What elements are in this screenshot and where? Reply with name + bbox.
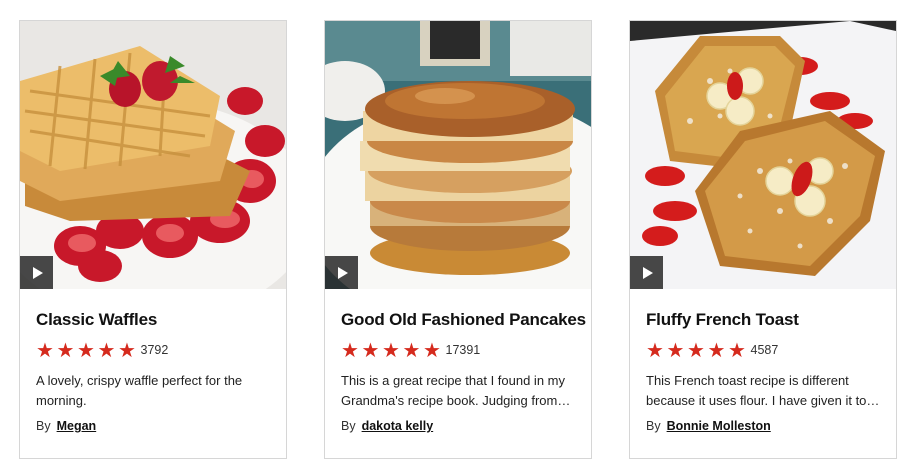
play-video-button[interactable] xyxy=(325,256,358,289)
recipe-title[interactable]: Classic Waffles xyxy=(36,309,272,331)
star-icon: ★ xyxy=(361,338,380,362)
star-icon: ★ xyxy=(77,338,95,362)
recipe-title[interactable]: Fluffy French Toast xyxy=(646,309,882,331)
by-label: By xyxy=(36,419,51,433)
byline: By Bonnie Molleston xyxy=(646,419,882,433)
star-icon: ★ xyxy=(118,338,136,362)
pancakes-image xyxy=(325,21,591,289)
play-video-button[interactable] xyxy=(20,256,53,289)
star-icon: ★ xyxy=(341,338,359,362)
star-icon: ★ xyxy=(728,338,746,362)
by-label: By xyxy=(341,419,356,433)
author-link[interactable]: Bonnie Molleston xyxy=(667,419,771,433)
star-icon: ★ xyxy=(97,338,116,362)
byline: By dakota kelly xyxy=(341,419,577,433)
star-icon: ★ xyxy=(423,338,441,362)
recipe-photo-french-toast[interactable] xyxy=(630,21,896,289)
byline: By Megan xyxy=(36,419,272,433)
rating-count: 3792 xyxy=(140,343,169,357)
play-video-button[interactable] xyxy=(630,256,663,289)
star-icon: ★ xyxy=(36,338,54,362)
recipe-description: This French toast recipe is different be… xyxy=(646,373,880,408)
rating-count: 17391 xyxy=(445,343,481,357)
author-link[interactable]: Megan xyxy=(57,419,97,433)
star-icon: ★ xyxy=(707,338,726,362)
recipe-title[interactable]: Good Old Fashioned Pancakes xyxy=(341,309,586,331)
star-icon: ★ xyxy=(56,338,75,362)
play-icon xyxy=(642,266,653,279)
star-icon: ★ xyxy=(687,338,705,362)
author-link[interactable]: dakota kelly xyxy=(362,419,434,433)
recipe-photo-pancakes[interactable] xyxy=(325,21,591,289)
recipe-card-grid: Classic Waffles ★ ★ ★ ★ ★ 3792 A lovely,… xyxy=(0,0,915,469)
star-icon: ★ xyxy=(382,338,400,362)
star-rating: ★ ★ ★ ★ ★ xyxy=(341,338,444,362)
rating-count: 4587 xyxy=(750,343,779,357)
card-body: Good Old Fashioned Pancakes ★ ★ ★ ★ ★ 17… xyxy=(341,289,586,433)
recipe-rating: ★ ★ ★ ★ ★ 17391 xyxy=(341,338,577,362)
recipe-description: This is a great recipe that I found in m… xyxy=(341,373,571,408)
recipe-description: A lovely, crispy waffle perfect for the … xyxy=(36,373,243,408)
waffles-image xyxy=(20,21,286,289)
star-rating: ★ ★ ★ ★ ★ xyxy=(646,338,749,362)
play-icon xyxy=(32,266,43,279)
star-icon: ★ xyxy=(646,338,664,362)
star-icon: ★ xyxy=(666,338,685,362)
star-rating: ★ ★ ★ ★ ★ xyxy=(36,338,139,362)
recipe-card[interactable]: Classic Waffles ★ ★ ★ ★ ★ 3792 A lovely,… xyxy=(19,20,287,459)
recipe-rating: ★ ★ ★ ★ ★ 3792 xyxy=(36,338,272,362)
recipe-card[interactable]: Fluffy French Toast ★ ★ ★ ★ ★ 4587 This … xyxy=(629,20,897,459)
french-toast-image xyxy=(630,21,896,289)
card-body: Fluffy French Toast ★ ★ ★ ★ ★ 4587 This … xyxy=(646,289,882,433)
recipe-photo-waffles[interactable] xyxy=(20,21,286,289)
play-icon xyxy=(337,266,348,279)
recipe-card[interactable]: Good Old Fashioned Pancakes ★ ★ ★ ★ ★ 17… xyxy=(324,20,592,459)
recipe-rating: ★ ★ ★ ★ ★ 4587 xyxy=(646,338,882,362)
star-icon: ★ xyxy=(402,338,421,362)
card-body: Classic Waffles ★ ★ ★ ★ ★ 3792 A lovely,… xyxy=(36,289,272,433)
by-label: By xyxy=(646,419,661,433)
